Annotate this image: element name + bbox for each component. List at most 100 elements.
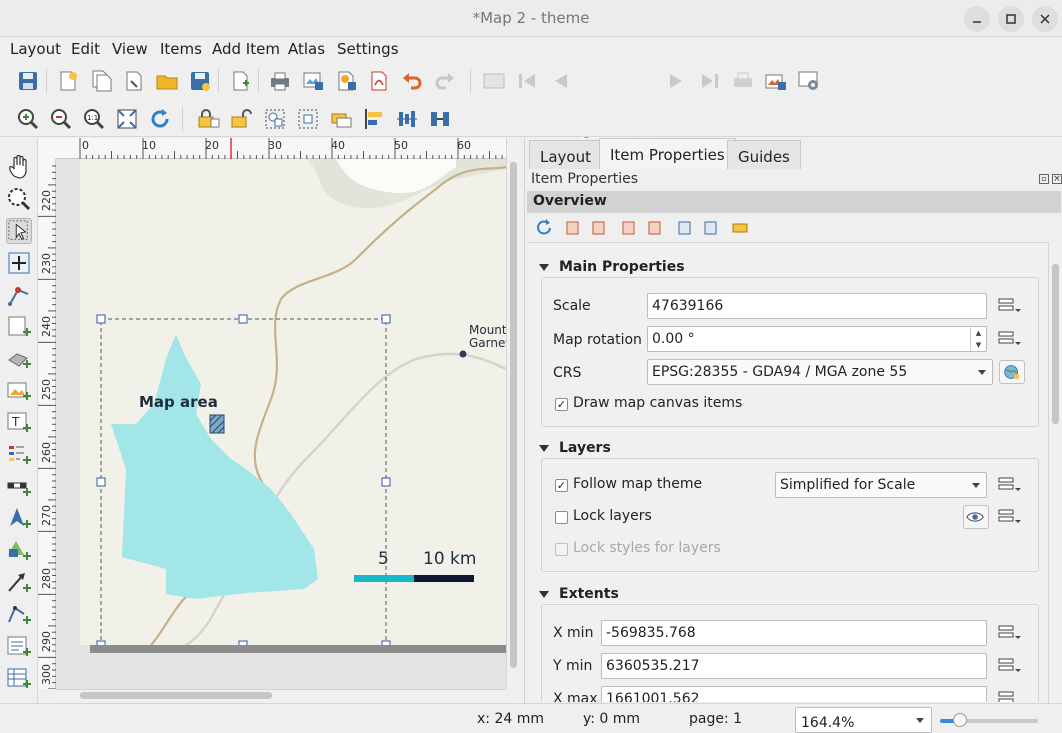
zoom-select[interactable]: 164.4% xyxy=(795,707,932,733)
canvas-horizontal-scrollbar[interactable] xyxy=(56,689,506,701)
tab-layout[interactable]: Layout xyxy=(529,140,602,169)
add-north-arrow-icon[interactable] xyxy=(6,506,32,532)
ymin-input[interactable]: 6360535.217 xyxy=(601,653,987,679)
follow-theme-checkbox[interactable]: ✓ xyxy=(555,479,568,492)
export-svg-icon[interactable] xyxy=(334,69,358,93)
layout-canvas[interactable]: Map area Mount Garnet 5 10 km xyxy=(56,159,506,689)
zoom-tool-icon[interactable] xyxy=(6,186,32,212)
zoom-slider[interactable] xyxy=(940,713,1038,727)
tab-guides[interactable]: Guides xyxy=(727,140,801,169)
save-icon[interactable] xyxy=(16,69,40,93)
view-extent-icon[interactable] xyxy=(589,215,615,241)
data-defined-override-icon[interactable] xyxy=(995,688,1021,702)
zoom-in-icon[interactable] xyxy=(16,107,40,131)
labeling-icon[interactable] xyxy=(729,215,755,241)
close-button[interactable] xyxy=(1032,6,1058,32)
lock-layers-checkbox[interactable] xyxy=(555,511,568,524)
set-extent-icon[interactable] xyxy=(563,215,589,241)
add-map-icon[interactable] xyxy=(6,314,32,340)
add-label-icon[interactable]: T xyxy=(6,410,32,436)
add-legend-icon[interactable] xyxy=(6,442,32,468)
close-panel-icon[interactable]: × xyxy=(1052,174,1062,184)
open-template-icon[interactable] xyxy=(155,69,179,93)
duplicate-layout-icon[interactable] xyxy=(89,69,113,93)
bookmarks-icon[interactable] xyxy=(675,215,701,241)
resize-items-icon[interactable] xyxy=(428,107,452,131)
atlas-settings-icon[interactable] xyxy=(797,69,821,93)
select-crs-button[interactable] xyxy=(999,360,1025,384)
visibility-presets-button[interactable] xyxy=(963,505,989,529)
scale-input[interactable]: 47639166 xyxy=(647,293,987,319)
group-items-icon[interactable] xyxy=(263,107,287,131)
align-items-icon[interactable] xyxy=(362,107,386,131)
data-defined-override-icon[interactable] xyxy=(995,506,1021,528)
layout-toolbar: 1▼ xyxy=(0,63,1062,157)
add-arrow-icon[interactable] xyxy=(6,570,32,596)
zoom-out-icon[interactable] xyxy=(49,107,73,131)
distribute-items-icon[interactable] xyxy=(395,107,419,131)
new-layout-icon[interactable] xyxy=(56,69,80,93)
data-defined-override-icon[interactable] xyxy=(995,622,1021,644)
next-feature-icon xyxy=(665,69,689,93)
main-properties-header[interactable]: Main Properties xyxy=(539,259,685,275)
data-defined-override-icon[interactable] xyxy=(995,474,1021,496)
xmin-input[interactable]: -569835.768 xyxy=(601,620,987,646)
menu-atlas[interactable]: Atlas xyxy=(288,40,325,58)
lock-items-icon[interactable] xyxy=(197,107,221,131)
zoom-full-icon[interactable] xyxy=(115,107,139,131)
menu-items[interactable]: Items xyxy=(160,40,202,58)
export-pdf-icon[interactable] xyxy=(367,69,391,93)
xmax-input[interactable]: 1661001.562 xyxy=(601,686,987,702)
menu-view[interactable]: View xyxy=(112,40,148,58)
tab-item-properties[interactable]: Item Properties xyxy=(599,138,736,169)
canvas-vertical-scrollbar[interactable] xyxy=(506,138,520,689)
draw-map-items-checkbox[interactable]: ✓ xyxy=(555,398,568,411)
menu-add-item[interactable]: Add Item xyxy=(212,40,280,58)
crs-select[interactable]: EPSG:28355 - GDA94 / MGA zone 55 xyxy=(647,359,993,385)
add-attribute-table-icon[interactable] xyxy=(6,666,32,692)
ungroup-items-icon[interactable] xyxy=(296,107,320,131)
maximize-button[interactable] xyxy=(998,6,1024,32)
undo-icon[interactable] xyxy=(400,69,424,93)
save-template-icon[interactable] xyxy=(188,69,212,93)
menu-settings[interactable]: Settings xyxy=(337,40,399,58)
add-shape-icon[interactable] xyxy=(6,538,32,564)
unlock-items-icon[interactable] xyxy=(230,107,254,131)
properties-scrollbar[interactable] xyxy=(1048,242,1062,703)
float-panel-icon[interactable]: ▫ xyxy=(1039,174,1049,184)
extents-header[interactable]: Extents xyxy=(539,586,619,602)
export-atlas-icon[interactable] xyxy=(764,69,788,93)
refresh-icon[interactable] xyxy=(148,107,172,131)
add-scalebar-icon[interactable] xyxy=(6,474,32,500)
zoom-100-icon[interactable]: 1:1 xyxy=(82,107,106,131)
menu-edit[interactable]: Edit xyxy=(71,40,100,58)
add-pages-icon[interactable] xyxy=(228,69,252,93)
export-image-icon[interactable] xyxy=(301,69,325,93)
map-rotation-input[interactable]: 0.00 ° ▲ ▼ xyxy=(647,326,987,352)
map-theme-select[interactable]: Simplified for Scale xyxy=(775,472,987,498)
edit-nodes-icon[interactable] xyxy=(6,282,32,308)
set-center-icon[interactable] xyxy=(645,215,671,241)
data-defined-override-icon[interactable] xyxy=(995,655,1021,677)
spinner-arrows-icon[interactable]: ▲ ▼ xyxy=(970,327,986,351)
select-move-icon[interactable] xyxy=(6,218,32,244)
move-to-center-icon[interactable] xyxy=(619,215,645,241)
pan-icon[interactable] xyxy=(6,154,32,180)
add-picture-icon[interactable] xyxy=(6,378,32,404)
layout-manager-icon[interactable] xyxy=(122,69,146,93)
print-icon[interactable] xyxy=(268,69,292,93)
minimize-button[interactable] xyxy=(964,6,990,32)
add-3d-map-icon[interactable] xyxy=(6,346,32,372)
raise-items-icon[interactable] xyxy=(329,107,353,131)
add-html-icon[interactable] xyxy=(6,634,32,660)
move-content-icon[interactable] xyxy=(6,250,32,276)
update-preview-icon[interactable] xyxy=(531,215,557,241)
data-defined-override-icon[interactable] xyxy=(995,328,1021,350)
slider-handle[interactable] xyxy=(953,713,967,727)
layers-header[interactable]: Layers xyxy=(539,440,611,456)
clipping-icon[interactable] xyxy=(701,215,727,241)
data-defined-override-icon[interactable] xyxy=(995,295,1021,317)
add-node-item-icon[interactable] xyxy=(6,602,32,628)
menu-layout[interactable]: Layout xyxy=(10,40,61,58)
ruler-h-tick: 20 xyxy=(205,139,219,152)
